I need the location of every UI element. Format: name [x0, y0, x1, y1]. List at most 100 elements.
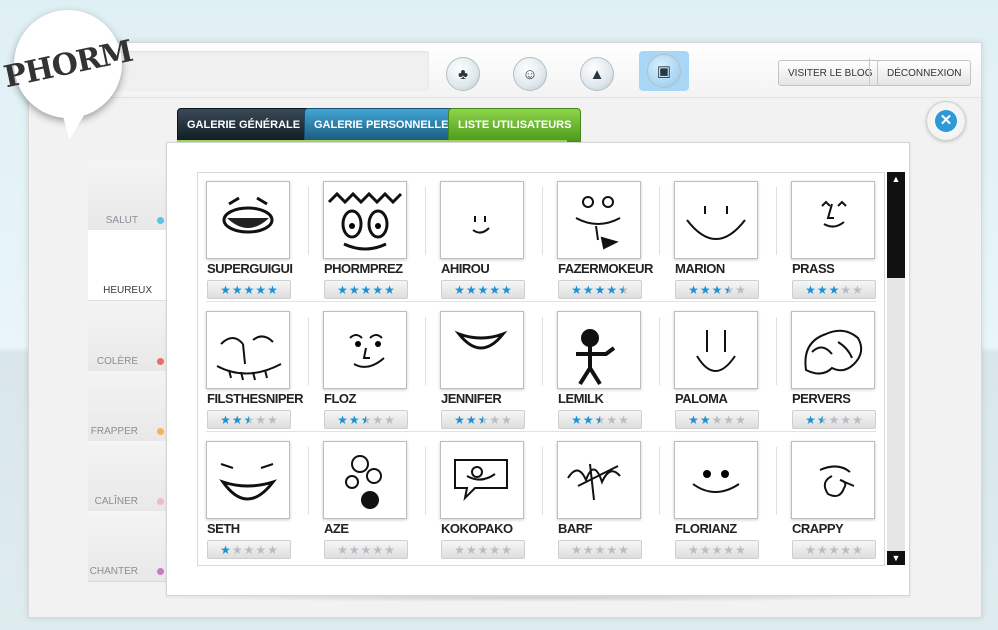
gallery-card[interactable]: AHIROU ★ ★ ★ ★ ★ [432, 173, 542, 301]
rating-stars[interactable]: ★ ★ ★ ★ ★ [324, 540, 408, 559]
star-icon[interactable]: ★ [478, 284, 489, 296]
author-name[interactable]: PHORMPREZ [324, 261, 403, 276]
star-icon[interactable]: ★ [267, 284, 278, 296]
drawing-thumbnail[interactable] [323, 441, 407, 519]
drawing-thumbnail[interactable] [791, 441, 875, 519]
star-icon[interactable]: ★ [255, 414, 266, 426]
star-icon[interactable]: ★ [489, 284, 500, 296]
star-icon[interactable]: ★ [595, 414, 606, 426]
star-icon[interactable]: ★ [852, 414, 863, 426]
star-icon[interactable]: ★ [571, 414, 582, 426]
star-icon[interactable]: ★ [829, 284, 840, 296]
drawing-thumbnail[interactable] [674, 311, 758, 389]
star-icon[interactable]: ★ [571, 284, 582, 296]
star-icon[interactable]: ★ [384, 414, 395, 426]
star-icon[interactable]: ★ [372, 414, 383, 426]
rating-stars[interactable]: ★ ★ ★ ★ ★ [792, 540, 876, 559]
star-icon[interactable]: ★ [489, 414, 500, 426]
star-icon[interactable]: ★ [220, 544, 231, 556]
rating-stars[interactable]: ★ ★ ★ ★ ★ [207, 410, 291, 429]
star-icon[interactable]: ★ [583, 284, 594, 296]
author-name[interactable]: FLOZ [324, 391, 356, 406]
star-icon[interactable]: ★ [372, 284, 383, 296]
star-icon[interactable]: ★ [700, 544, 711, 556]
author-name[interactable]: FLORIANZ [675, 521, 737, 536]
nav-item-tree[interactable]: ♣ [438, 54, 488, 94]
gallery-card[interactable]: FLOZ ★ ★ ★ ★ ★ [315, 303, 425, 431]
star-icon[interactable]: ★ [384, 544, 395, 556]
gallery-card[interactable]: PHORMPREZ ★ ★ ★ ★ ★ [315, 173, 425, 301]
drawing-thumbnail[interactable] [323, 311, 407, 389]
mood-item-3[interactable]: FRAPPER [88, 371, 168, 442]
star-icon[interactable]: ★ [255, 544, 266, 556]
star-icon[interactable]: ★ [583, 544, 594, 556]
star-icon[interactable]: ★ [712, 284, 723, 296]
star-icon[interactable]: ★ [618, 284, 629, 296]
mood-item-0[interactable]: SALUT [88, 160, 168, 231]
star-icon[interactable]: ★ [501, 544, 512, 556]
star-icon[interactable]: ★ [466, 414, 477, 426]
rating-stars[interactable]: ★ ★ ★ ★ ★ [441, 280, 525, 299]
visit-blog-button[interactable]: VISITER LE BLOG [778, 60, 883, 86]
rating-stars[interactable]: ★ ★ ★ ★ ★ [324, 410, 408, 429]
star-icon[interactable]: ★ [244, 414, 255, 426]
mood-item-4[interactable]: CALÎNER [88, 441, 168, 512]
rating-stars[interactable]: ★ ★ ★ ★ ★ [441, 540, 525, 559]
star-icon[interactable]: ★ [829, 414, 840, 426]
author-name[interactable]: FAZERMOKEUR [558, 261, 653, 276]
star-icon[interactable]: ★ [840, 544, 851, 556]
star-icon[interactable]: ★ [688, 544, 699, 556]
star-icon[interactable]: ★ [817, 544, 828, 556]
star-icon[interactable]: ★ [700, 414, 711, 426]
star-icon[interactable]: ★ [618, 414, 629, 426]
author-name[interactable]: PRASS [792, 261, 835, 276]
star-icon[interactable]: ★ [852, 284, 863, 296]
star-icon[interactable]: ★ [817, 414, 828, 426]
gallery-card[interactable]: CRAPPY ★ ★ ★ ★ ★ [783, 433, 893, 561]
mood-item-1[interactable]: HEUREUX [88, 230, 178, 301]
star-icon[interactable]: ★ [372, 544, 383, 556]
nav-item-gallery[interactable]: ▣ [639, 51, 689, 91]
star-icon[interactable]: ★ [805, 544, 816, 556]
star-icon[interactable]: ★ [267, 544, 278, 556]
drawing-thumbnail[interactable] [206, 181, 290, 259]
star-icon[interactable]: ★ [454, 544, 465, 556]
star-icon[interactable]: ★ [852, 544, 863, 556]
gallery-card[interactable]: PALOMA ★ ★ ★ ★ ★ [666, 303, 776, 431]
star-icon[interactable]: ★ [595, 284, 606, 296]
author-name[interactable]: CRAPPY [792, 521, 844, 536]
star-icon[interactable]: ★ [606, 284, 617, 296]
star-icon[interactable]: ★ [349, 414, 360, 426]
star-icon[interactable]: ★ [805, 414, 816, 426]
drawing-thumbnail[interactable] [791, 311, 875, 389]
star-icon[interactable]: ★ [244, 284, 255, 296]
mood-item-5[interactable]: CHANTER [88, 511, 168, 582]
drawing-thumbnail[interactable] [674, 441, 758, 519]
drawing-thumbnail[interactable] [557, 311, 641, 389]
tree-icon[interactable]: ♣ [446, 57, 480, 91]
star-icon[interactable]: ★ [723, 414, 734, 426]
gallery-icon[interactable]: ▣ [647, 54, 681, 88]
star-icon[interactable]: ★ [220, 414, 231, 426]
gallery-card[interactable]: SUPERGUIGUI ★ ★ ★ ★ ★ [198, 173, 308, 301]
rating-stars[interactable]: ★ ★ ★ ★ ★ [207, 540, 291, 559]
rating-stars[interactable]: ★ ★ ★ ★ ★ [324, 280, 408, 299]
author-name[interactable]: KOKOPAKO [441, 521, 513, 536]
star-icon[interactable]: ★ [489, 544, 500, 556]
star-icon[interactable]: ★ [712, 414, 723, 426]
star-icon[interactable]: ★ [595, 544, 606, 556]
star-icon[interactable]: ★ [337, 284, 348, 296]
star-icon[interactable]: ★ [688, 414, 699, 426]
star-icon[interactable]: ★ [829, 544, 840, 556]
star-icon[interactable]: ★ [267, 414, 278, 426]
author-name[interactable]: AHIROU [441, 261, 490, 276]
drawing-thumbnail[interactable] [557, 181, 641, 259]
pencil-icon[interactable]: ▲ [580, 57, 614, 91]
rating-stars[interactable]: ★ ★ ★ ★ ★ [675, 410, 759, 429]
author-name[interactable]: JENNIFER [441, 391, 502, 406]
gallery-card[interactable]: FILSTHESNIPER ★ ★ ★ ★ ★ [198, 303, 308, 431]
star-icon[interactable]: ★ [501, 284, 512, 296]
star-icon[interactable]: ★ [583, 414, 594, 426]
star-icon[interactable]: ★ [606, 414, 617, 426]
star-icon[interactable]: ★ [700, 284, 711, 296]
